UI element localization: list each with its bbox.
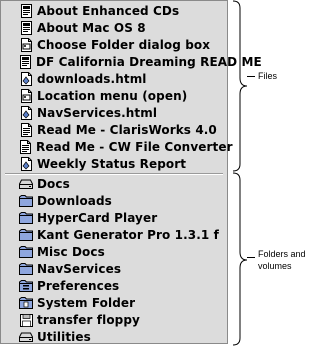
- floppy-icon: [19, 313, 33, 327]
- menu-item-label: Kant Generator Pro 1.3.1 f: [37, 228, 219, 242]
- html-document-icon: [19, 106, 33, 120]
- folders-annotation-line2: volumes: [258, 261, 292, 271]
- html-document-icon: [19, 157, 33, 171]
- menu-item-label: NavServices: [37, 262, 122, 276]
- html-document-icon: [19, 72, 33, 86]
- folder-menu-item[interactable]: Docs: [3, 176, 226, 192]
- files-leader: [247, 76, 255, 77]
- menu-item-label: Choose Folder dialog box: [37, 38, 211, 52]
- app-document-icon: [19, 55, 32, 69]
- menu-item-label: Read Me - CW File Converter: [36, 140, 233, 154]
- file-menu-item[interactable]: About Mac OS 8: [3, 20, 226, 36]
- folder-menu-item[interactable]: System Folder: [3, 295, 226, 311]
- menu-item-label: About Enhanced CDs: [37, 4, 180, 18]
- menu-item-label: Downloads: [37, 194, 112, 208]
- disk-icon: [19, 177, 33, 191]
- file-menu-item[interactable]: downloads.html: [3, 71, 226, 87]
- menu-separator: [5, 173, 223, 175]
- folder-icon: [19, 228, 33, 242]
- system-folder-icon: [19, 296, 33, 310]
- preferences-folder-icon: [19, 279, 33, 293]
- file-menu-item[interactable]: Read Me - ClarisWorks 4.0: [3, 122, 226, 138]
- file-menu-item[interactable]: Read Me - CW File Converter: [3, 139, 232, 155]
- file-menu-item[interactable]: Weekly Status Report: [3, 156, 226, 172]
- app-document-icon: [19, 21, 33, 35]
- menu-item-label: HyperCard Player: [37, 211, 158, 225]
- disk-icon: [19, 330, 33, 344]
- menu-item-label: transfer floppy: [37, 313, 140, 327]
- app-document-icon: [19, 4, 33, 18]
- file-menu-item[interactable]: NavServices.html: [3, 105, 226, 121]
- folder-menu-item[interactable]: NavServices: [3, 261, 226, 277]
- folder-menu-item[interactable]: Utilities: [3, 329, 226, 345]
- menu-item-label: Weekly Status Report: [37, 157, 187, 171]
- menu-item-label: Preferences: [37, 279, 120, 293]
- menu-item-label: Misc Docs: [37, 245, 105, 259]
- menu-item-label: Read Me - ClarisWorks 4.0: [37, 123, 217, 137]
- files-brace: [232, 0, 248, 172]
- folder-menu-item[interactable]: Kant Generator Pro 1.3.1 f: [3, 227, 226, 243]
- menu-item-label: Location menu (open): [37, 89, 188, 103]
- menu-item-label: DF California Dreaming READ ME: [36, 55, 262, 69]
- text-document-icon: [19, 123, 33, 137]
- text-document-icon: [19, 140, 32, 154]
- menu-item-label: NavServices.html: [37, 106, 158, 120]
- file-menu-item[interactable]: Choose Folder dialog box: [3, 37, 226, 53]
- picture-document-icon: [19, 89, 33, 103]
- location-menu: About Enhanced CDs About Mac OS 8 Choose F…: [0, 0, 262, 345]
- files-annotation: Files: [258, 71, 278, 81]
- folder-menu-item[interactable]: transfer floppy: [3, 312, 226, 328]
- menu-item-label: Utilities: [37, 330, 91, 344]
- folder-menu-item[interactable]: HyperCard Player: [3, 210, 226, 226]
- folders-leader: [247, 257, 255, 258]
- file-menu-item[interactable]: About Enhanced CDs: [3, 3, 226, 19]
- file-menu-item[interactable]: DF California Dreaming READ ME: [3, 54, 262, 70]
- menu-item-label: downloads.html: [37, 72, 147, 86]
- picture-document-icon: [19, 38, 33, 52]
- folders-brace: [232, 172, 248, 346]
- folders-annotation-line1: Folders and: [258, 249, 306, 259]
- folder-icon: [19, 245, 33, 259]
- folder-icon: [19, 194, 33, 208]
- folder-menu-item[interactable]: Misc Docs: [3, 244, 226, 260]
- folder-icon: [19, 262, 33, 276]
- menu-item-label: Docs: [37, 177, 70, 191]
- menu-item-label: System Folder: [37, 296, 136, 310]
- file-menu-item[interactable]: Location menu (open): [3, 88, 226, 104]
- folder-menu-item[interactable]: Preferences: [3, 278, 226, 294]
- menu-item-label: About Mac OS 8: [37, 21, 146, 35]
- folder-menu-item[interactable]: Downloads: [3, 193, 226, 209]
- folder-icon: [19, 211, 33, 225]
